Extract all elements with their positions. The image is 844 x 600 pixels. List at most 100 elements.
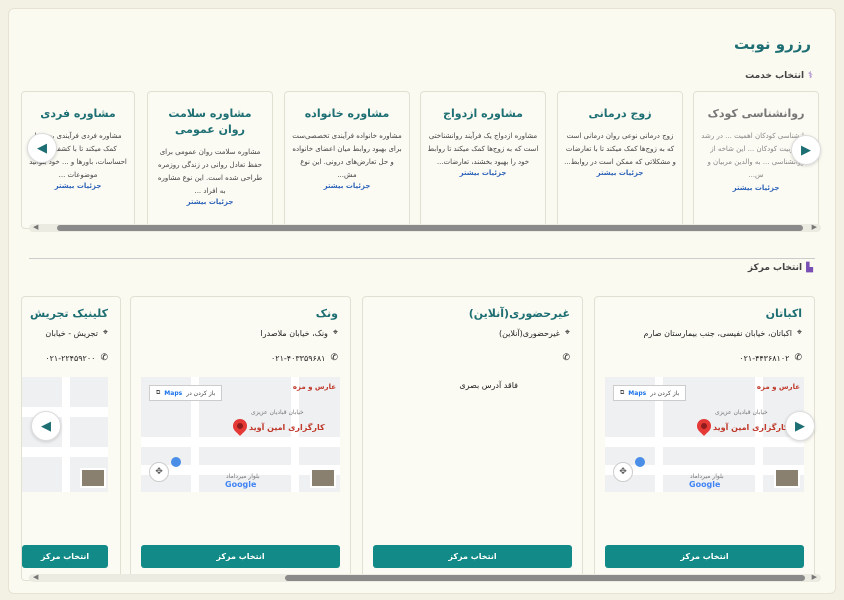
select-center-button[interactable]: انتخاب مرکز [605, 545, 804, 568]
service-card-family-counseling[interactable]: مشاوره خانواده مشاوره خانواده فرآیندی تخ… [284, 91, 410, 229]
google-logo: Google [225, 480, 257, 489]
center-section-label: انتخاب مرکز [747, 263, 803, 273]
chevron-left-icon: ◀ [37, 140, 47, 156]
center-address-row: ⌖ غیرحضوری(آنلاین) [499, 328, 570, 338]
street-view-thumb[interactable] [774, 468, 800, 488]
service-more-link[interactable]: جزئیات بیشتر [291, 182, 403, 190]
center-name: ونک [315, 307, 338, 320]
map-street-2: خیابان قبادیان عزیزی [251, 409, 304, 416]
service-section-label: انتخاب خدمت [745, 71, 805, 81]
location-pin-icon: ⌖ [564, 328, 570, 338]
center-scrollbar[interactable]: ◀ ▶ [29, 573, 821, 582]
service-next-button[interactable]: ▶ [791, 135, 821, 165]
chevron-left-icon: ◀ [41, 418, 51, 434]
service-desc: مشاوره سلامت روان عمومی برای حفظ تعادل ر… [157, 148, 263, 195]
center-map[interactable]: بلوار میرداماد خیابان قبادیان عزیزی عارس… [605, 377, 804, 492]
service-title: روانشناسی کودک [707, 107, 805, 120]
center-section-title: ▙ انتخاب مرکز [748, 263, 813, 273]
map-street-1: بلوار میرداماد [690, 473, 724, 480]
map-pin-icon[interactable] [230, 416, 250, 436]
service-title: مشاوره ازدواج [443, 107, 523, 120]
center-name: کلینیک تجریش [29, 307, 108, 320]
service-title: مشاوره فردی [40, 107, 116, 120]
center-phone: ۰۲۱-۴۴۳۶۸۱۰۲ [739, 353, 790, 363]
building-icon: ▙ [806, 263, 813, 273]
center-address: تجریش - خیابان [45, 328, 98, 338]
fullscreen-icon[interactable]: ✥ [613, 462, 633, 482]
street-view-thumb[interactable] [310, 468, 336, 488]
center-phone-row: ✆ ۰۲۱-۴۴۳۶۸۱۰۲ [739, 353, 802, 363]
service-desc: زوج درمانی نوعی روان درمانی است که به زو… [564, 132, 676, 166]
page-title: رزرو نوبت [734, 35, 811, 53]
center-card-online[interactable]: غیرحضوری(آنلاین) ⌖ غیرحضوری(آنلاین) ✆ فا… [362, 296, 583, 581]
center-card-ekbatan[interactable]: اکباتان ⌖ اکباتان، خیابان نفیسی، جنب بیم… [594, 296, 815, 581]
center-address-row: ⌖ اکباتان، خیابان نفیسی، جنب بیمارستان ص… [644, 328, 802, 338]
scroll-right-icon[interactable]: ▶ [812, 223, 817, 231]
phone-icon: ✆ [562, 353, 570, 363]
street-view-thumb[interactable] [80, 468, 106, 488]
service-scrollbar[interactable]: ◀ ▶ [29, 223, 821, 232]
center-address-row: ⌖ ونک، خیابان ملاصدرا [261, 328, 338, 338]
center-scroll-thumb[interactable] [285, 575, 805, 581]
center-card-tajrish[interactable]: کلینیک تجریش ⌖ تجریش - خیابان ✆ ۰۲۱-۲۲۴۵… [21, 296, 121, 581]
no-visual-address: فاقد آدرس بصری [459, 381, 518, 390]
center-address: غیرحضوری(آنلاین) [498, 328, 560, 338]
service-scroll-thumb[interactable] [57, 225, 803, 231]
phone-icon: ✆ [330, 353, 338, 363]
phone-icon: ✆ [100, 353, 108, 363]
center-phone: ۰۲۱-۴۰۳۳۵۹۶۸۱ [271, 353, 326, 363]
phone-icon: ✆ [794, 353, 802, 363]
service-section-title: ⚕ انتخاب خدمت [745, 71, 813, 81]
service-more-link[interactable]: جزئیات بیشتر [700, 184, 812, 192]
stethoscope-icon: ⚕ [808, 71, 813, 81]
center-prev-button[interactable]: ◀ [31, 411, 61, 441]
location-pin-icon: ⌖ [102, 328, 108, 338]
service-desc: مشاوره ازدواج یک فرآیند روانشناختی است ک… [427, 132, 539, 166]
map-pin-icon[interactable] [694, 416, 714, 436]
map-poi-icon [171, 457, 181, 467]
service-more-link[interactable]: جزئیات بیشتر [154, 198, 266, 206]
scroll-left-icon[interactable]: ◀ [33, 573, 38, 581]
service-more-link[interactable]: جزئیات بیشتر [28, 182, 128, 190]
service-title: مشاوره سلامت روان عمومی [168, 107, 252, 136]
booking-panel: رزرو نوبت ⚕ انتخاب خدمت روانشناسی کودک ر… [8, 8, 836, 594]
maps-word: Maps [628, 389, 647, 397]
center-address: اکباتان، خیابان نفیسی، جنب بیمارستان صار… [643, 328, 792, 338]
select-center-button[interactable]: انتخاب مرکز [373, 545, 572, 568]
chevron-right-icon: ▶ [795, 418, 805, 434]
scroll-right-icon[interactable]: ▶ [812, 573, 817, 581]
open-in-maps-button[interactable]: باز کردن در Maps ⧉ [613, 385, 687, 401]
service-prev-button[interactable]: ◀ [27, 133, 57, 163]
select-center-button[interactable]: انتخاب مرکز [22, 545, 108, 568]
service-more-link[interactable]: جزئیات بیشتر [427, 169, 539, 177]
center-map[interactable]: بلوار میرداماد خیابان قبادیان عزیزی عارس… [141, 377, 340, 492]
external-link-icon: ⧉ [620, 389, 625, 396]
center-address-row: ⌖ تجریش - خیابان [45, 328, 108, 338]
center-name: غیرحضوری(آنلاین) [468, 307, 570, 320]
center-address: ونک، خیابان ملاصدرا [260, 328, 328, 338]
service-card-couples-therapy[interactable]: زوج درمانی زوج درمانی نوعی روان درمانی ا… [557, 91, 683, 229]
external-link-icon: ⧉ [156, 389, 161, 396]
center-phone-row: ✆ [557, 353, 570, 363]
select-center-button[interactable]: انتخاب مرکز [141, 545, 340, 568]
section-divider [29, 258, 815, 259]
maps-word: Maps [164, 389, 183, 397]
service-card-marriage-counseling[interactable]: مشاوره ازدواج مشاوره ازدواج یک فرآیند رو… [420, 91, 546, 229]
location-pin-icon: ⌖ [332, 328, 338, 338]
map-place-label: کارگزاری امین آوید [713, 423, 789, 432]
center-next-button[interactable]: ▶ [785, 411, 815, 441]
map-place-label: کارگزاری امین آوید [249, 423, 325, 432]
service-card-general-mental-health[interactable]: مشاوره سلامت روان عمومی مشاوره سلامت روا… [147, 91, 273, 229]
map-street-2: خیابان قبادیان عزیزی [715, 409, 768, 416]
map-top-label: عارس و مزه [756, 383, 800, 391]
location-pin-icon: ⌖ [796, 328, 802, 338]
service-more-link[interactable]: جزئیات بیشتر [564, 169, 676, 177]
google-logo: Google [689, 480, 721, 489]
center-name: اکباتان [765, 307, 802, 320]
center-card-vanak[interactable]: ونک ⌖ ونک، خیابان ملاصدرا ✆ ۰۲۱-۴۰۳۳۵۹۶۸… [130, 296, 351, 581]
scroll-left-icon[interactable]: ◀ [33, 223, 38, 231]
service-title: مشاوره خانواده [304, 107, 390, 120]
map-street-1: بلوار میرداماد [226, 473, 260, 480]
open-in-maps-button[interactable]: باز کردن در Maps ⧉ [149, 385, 223, 401]
fullscreen-icon[interactable]: ✥ [149, 462, 169, 482]
